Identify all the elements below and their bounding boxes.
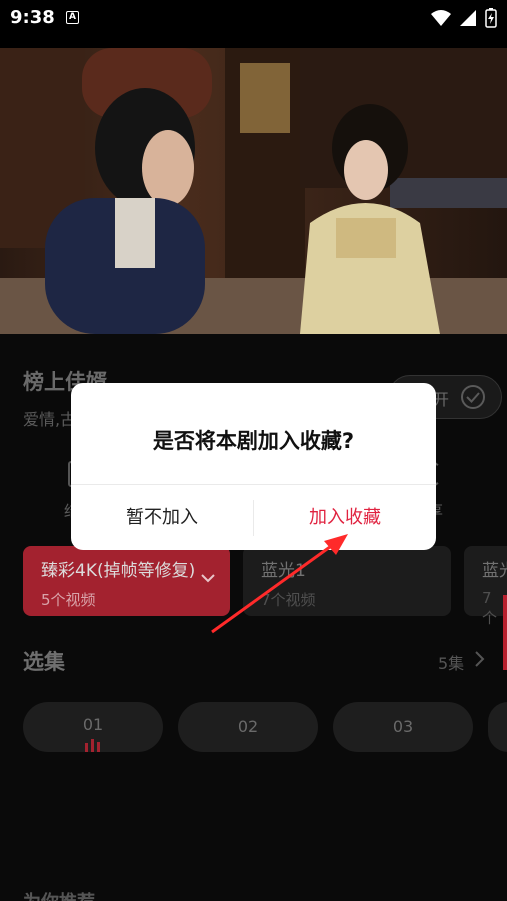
annotation-arrow [211, 534, 348, 634]
